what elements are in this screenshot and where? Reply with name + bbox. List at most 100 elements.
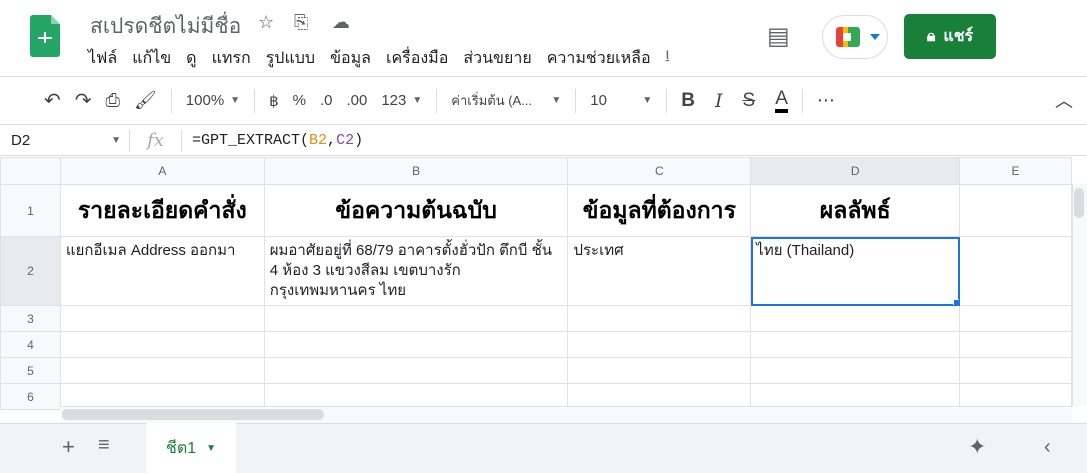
redo-icon[interactable]: ↷ <box>75 88 92 113</box>
undo-icon[interactable]: ↶ <box>44 88 61 113</box>
strikethrough-button[interactable]: S <box>743 90 756 112</box>
row-header-4[interactable]: 4 <box>0 331 61 358</box>
cell-a2[interactable]: แยกอีเมล Address ออกมา <box>59 236 265 306</box>
zoom-select[interactable]: 100% ▼ <box>186 92 240 109</box>
menu-help[interactable]: ความช่วยเหลือ <box>547 46 651 71</box>
bold-button[interactable]: B <box>681 90 695 112</box>
cell[interactable] <box>567 305 752 332</box>
formula-bar: D2 ▼ fx =GPT_EXTRACT(B2,C2) <box>0 126 1087 156</box>
menu-edit[interactable]: แก้ไข <box>132 46 171 71</box>
column-header-b[interactable]: B <box>263 157 569 185</box>
paint-format-icon[interactable]: 🖌︎ <box>134 90 157 111</box>
move-folder-icon[interactable]: ⎘ <box>294 12 308 33</box>
cell[interactable] <box>959 357 1072 384</box>
horizontal-scroll-thumb[interactable] <box>62 409 324 420</box>
cell-a1[interactable]: รายละเอียดคำสั่ง <box>59 184 265 237</box>
column-header-c[interactable]: C <box>567 157 752 185</box>
cell-c2[interactable]: ประเทศ <box>567 236 752 306</box>
menu-tools[interactable]: เครื่องมือ <box>386 46 448 71</box>
cell[interactable] <box>263 305 569 332</box>
font-select[interactable]: ค่าเริ่มต้น (A... ▼ <box>451 90 561 111</box>
row-header-5[interactable]: 5 <box>0 357 61 384</box>
comment-icon[interactable]: ▤ <box>767 22 790 51</box>
cell-b1[interactable]: ข้อความต้นฉบับ <box>263 184 569 237</box>
star-icon[interactable]: ☆ <box>258 12 274 33</box>
row-header-2[interactable]: 2 <box>0 236 61 306</box>
cell-d2-value: ไทย (Thailand) <box>756 242 855 259</box>
column-header-d[interactable]: D <box>750 157 961 185</box>
meet-button[interactable] <box>822 15 888 59</box>
italic-button[interactable]: I <box>715 90 723 112</box>
cell-d2[interactable]: ไทย (Thailand) <box>750 236 961 306</box>
row-header-1[interactable]: 1 <box>0 184 61 237</box>
sheet-tab[interactable]: ชีต1 ▼ <box>146 423 236 473</box>
menu-bar: ไฟล์ แก้ไข ดู แทรก รูปแบบ ข้อมูล เครื่อง… <box>88 46 669 71</box>
menu-extensions[interactable]: ส่วนขยาย <box>463 46 531 71</box>
collapse-side-panel-icon[interactable]: ‹ <box>1044 436 1051 459</box>
select-all-corner[interactable] <box>0 157 61 185</box>
text-color-button[interactable]: A <box>775 88 788 113</box>
spreadsheet-grid: A B C D E 1 รายละเอียดคำสั่ง ข้อความต้นฉ… <box>0 157 1072 410</box>
dropdown-icon <box>870 34 880 40</box>
cell[interactable] <box>567 357 752 384</box>
cell[interactable] <box>750 305 961 332</box>
cell[interactable] <box>263 331 569 358</box>
vertical-scroll-thumb[interactable] <box>1074 188 1084 218</box>
decrease-decimal-button[interactable]: .0 <box>320 92 333 109</box>
top-bar: สเปรดชีตไม่มีชื่อ ☆ ⎘ ☁ ไฟล์ แก้ไข ดู แท… <box>0 0 1087 76</box>
fx-icon: fx <box>130 129 182 152</box>
cell[interactable] <box>263 357 569 384</box>
cell[interactable] <box>59 305 265 332</box>
font-value: ค่าเริ่มต้น (A... <box>451 93 533 108</box>
font-size-value: 10 <box>590 92 607 109</box>
cell-d1[interactable]: ผลลัพธ์ <box>750 184 961 237</box>
share-button[interactable]: 🔒︎ แชร์ <box>904 14 996 59</box>
cell[interactable] <box>959 331 1072 358</box>
formula-text: =GPT_EXTRACT( <box>192 132 310 149</box>
cell[interactable] <box>59 331 265 358</box>
cell-e1[interactable] <box>959 184 1072 237</box>
add-sheet-icon[interactable]: + <box>62 434 75 460</box>
menu-file[interactable]: ไฟล์ <box>88 46 117 71</box>
currency-button[interactable]: ฿ <box>269 92 279 110</box>
more-button[interactable]: ⋯ <box>817 90 835 111</box>
formula-input[interactable]: =GPT_EXTRACT(B2,C2) <box>182 132 363 149</box>
cell-e2[interactable] <box>959 236 1072 306</box>
column-header-a[interactable]: A <box>59 157 265 185</box>
percent-button[interactable]: % <box>293 92 306 109</box>
cell[interactable] <box>959 305 1072 332</box>
row-header-6[interactable]: 6 <box>0 383 61 410</box>
name-box[interactable]: D2 ▼ <box>0 129 130 152</box>
chevron-down-icon: ▼ <box>551 95 562 106</box>
print-icon[interactable]: ⎙ <box>106 90 120 111</box>
sheets-logo-icon[interactable] <box>30 15 60 57</box>
column-header-e[interactable]: E <box>959 157 1072 185</box>
zoom-value: 100% <box>185 92 225 109</box>
cell-b2[interactable]: ผมอาศัยอยู่ที่ 68/79 อาคารตั้งฮั่วปัก ตึ… <box>263 236 569 306</box>
more-formats-button[interactable]: 123 ▼ <box>381 92 422 109</box>
cloud-status-icon[interactable]: ☁ <box>332 12 350 33</box>
formula-text: , <box>327 132 337 149</box>
row-header-3[interactable]: 3 <box>0 305 61 332</box>
meet-icon <box>836 27 860 47</box>
document-title[interactable]: สเปรดชีตไม่มีชื่อ <box>90 10 241 43</box>
fill-handle[interactable] <box>953 299 959 305</box>
menu-last-edit[interactable]: ι <box>666 46 670 71</box>
cell[interactable] <box>750 331 961 358</box>
all-sheets-icon[interactable]: ≡ <box>98 434 110 457</box>
chevron-down-icon: ▼ <box>412 95 423 106</box>
font-size-select[interactable]: 10 ▼ <box>590 92 652 109</box>
menu-data[interactable]: ข้อมูล <box>330 46 371 71</box>
lock-icon: 🔒︎ <box>926 27 936 45</box>
increase-decimal-button[interactable]: .00 <box>346 92 367 109</box>
menu-view[interactable]: ดู <box>186 46 196 71</box>
collapse-toolbar-icon[interactable]: ︿ <box>1055 87 1073 113</box>
menu-insert[interactable]: แทรก <box>212 46 251 71</box>
cell[interactable] <box>567 331 752 358</box>
menu-format[interactable]: รูปแบบ <box>266 46 315 71</box>
cell-c1[interactable]: ข้อมูลที่ต้องการ <box>567 184 752 237</box>
formula-text: ) <box>354 132 364 149</box>
explore-icon[interactable]: ✦ <box>968 434 986 460</box>
cell[interactable] <box>750 357 961 384</box>
cell[interactable] <box>59 357 265 384</box>
